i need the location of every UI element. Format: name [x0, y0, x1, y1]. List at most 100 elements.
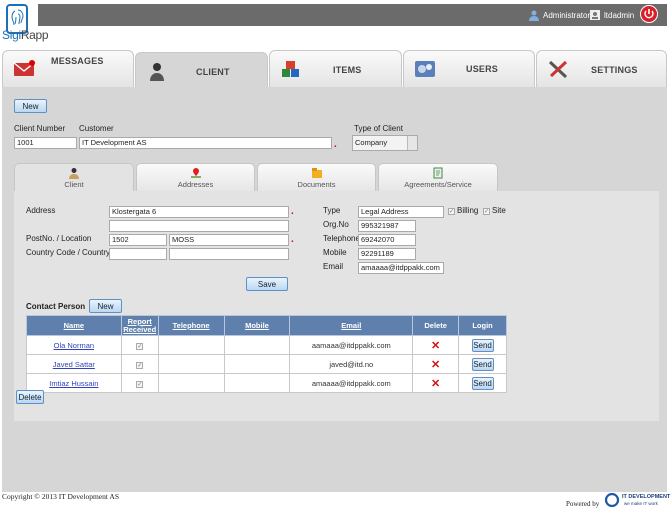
orgno-field[interactable]: 995321987: [358, 220, 416, 232]
logo-text: SigiRapp: [2, 28, 49, 42]
tab-settings[interactable]: SETTINGS: [536, 50, 667, 87]
telephone-cell: [157, 354, 225, 374]
send-login-button[interactable]: Send: [471, 357, 494, 371]
tab-client-details[interactable]: Client: [14, 163, 134, 191]
country-field[interactable]: [169, 248, 289, 260]
mobile-field[interactable]: 92291189: [358, 248, 416, 260]
user-icon: [529, 10, 539, 21]
top-bar: Administrator ltdadmin: [38, 4, 667, 26]
table-row: Imtiaz Hussain ✓ amaaaa@itdppakk.com ✕ S…: [26, 373, 507, 393]
tab-client[interactable]: CLIENT: [135, 52, 268, 89]
logout-button[interactable]: [640, 5, 658, 23]
tab-label: CLIENT: [196, 67, 230, 77]
delete-cell: ✕: [412, 373, 460, 393]
address2-field[interactable]: [109, 220, 289, 232]
new-contact-button[interactable]: New: [89, 299, 122, 313]
col-mobile[interactable]: Mobile: [223, 315, 291, 336]
col-name[interactable]: Name: [26, 315, 122, 336]
mobile-cell: [223, 335, 291, 355]
type-of-client-value: Company: [355, 138, 388, 147]
report-received-checkbox[interactable]: ✓: [136, 342, 144, 350]
client-number-field[interactable]: 1001: [14, 137, 77, 149]
contact-name-link[interactable]: Javed Sattar: [26, 354, 122, 374]
login-cell: Send: [458, 373, 507, 393]
col-email[interactable]: Email: [289, 315, 414, 336]
address-field[interactable]: Klostergata 6: [109, 206, 289, 218]
email-label: Email: [323, 262, 344, 271]
email-field[interactable]: amaaaa@itdppakk.com: [358, 262, 444, 274]
main-nav: MESSAGES CLIENT ITEMS USERS SETTINGS: [2, 50, 667, 89]
login-cell: Send: [458, 335, 507, 355]
delete-contact-button[interactable]: Delete: [16, 390, 44, 404]
tab-label: ITEMS: [333, 65, 362, 75]
org-name: ltdadmin: [604, 10, 635, 20]
col-login: Login: [458, 315, 507, 336]
tab-users[interactable]: USERS: [403, 50, 535, 87]
folder-icon: [311, 168, 322, 178]
tab-label: SETTINGS: [591, 65, 638, 75]
required-marker: .: [291, 206, 294, 217]
tab-agreements[interactable]: Agreements/Service: [378, 163, 498, 191]
save-button[interactable]: Save: [246, 277, 288, 291]
user-menu[interactable]: Administrator: [528, 5, 590, 25]
logo-text-2: Rapp: [20, 28, 49, 42]
subtab-label: Agreements/Service: [404, 180, 472, 189]
postno-label: PostNo. / Location: [26, 234, 92, 243]
person-icon: [69, 168, 79, 179]
delete-cell: ✕: [412, 335, 460, 355]
tab-addresses[interactable]: Addresses: [136, 163, 255, 191]
type-of-client-label: Type of Client: [354, 124, 403, 133]
billing-checkbox[interactable]: ✓: [448, 208, 455, 215]
report-received-cell: ✓: [120, 373, 159, 393]
customer-field[interactable]: IT Development AS: [79, 137, 332, 149]
delete-icon[interactable]: ✕: [431, 340, 440, 352]
col-delete: Delete: [412, 315, 460, 336]
report-received-checkbox[interactable]: ✓: [136, 380, 144, 388]
subtab-label: Documents: [297, 180, 336, 189]
send-login-button[interactable]: Send: [471, 338, 494, 352]
address-type-field[interactable]: Legal Address: [358, 206, 444, 218]
logo-text-1: Sigi: [2, 28, 21, 42]
client-number-label: Client Number: [14, 124, 66, 133]
site-checkbox[interactable]: ✓: [483, 208, 490, 215]
telephone-field[interactable]: 69242070: [358, 234, 416, 246]
send-login-button[interactable]: Send: [471, 376, 494, 390]
table-row: Javed Sattar ✓ javed@itd.no ✕ Send: [26, 354, 507, 374]
delete-icon[interactable]: ✕: [431, 378, 440, 390]
contact-name-link[interactable]: Ola Norman: [26, 335, 122, 355]
table-row: Ola Norman ✓ aamaaa@itdppakk.com ✕ Send: [26, 335, 507, 355]
envelope-icon: [13, 60, 35, 76]
tab-documents[interactable]: Documents: [257, 163, 376, 191]
delete-icon[interactable]: ✕: [431, 359, 440, 371]
location-field[interactable]: MOSS: [169, 234, 289, 246]
powered-by-text: Powered by: [566, 500, 600, 508]
type-of-client-select[interactable]: Company: [352, 135, 418, 151]
country-code-field[interactable]: [109, 248, 167, 260]
email-cell: aamaaa@itdppakk.com: [289, 335, 414, 355]
it-development-logo-icon: [604, 493, 620, 507]
brand-name: IT DEVELOPMENT: [622, 494, 671, 500]
required-marker: .: [291, 234, 294, 245]
telephone-cell: [157, 373, 225, 393]
client-panel: New Client Number Customer 1001 IT Devel…: [2, 87, 667, 492]
org-menu[interactable]: ltdadmin: [589, 5, 634, 25]
user-name: Administrator: [543, 10, 591, 20]
copyright-text: Copyright © 2013 IT Development AS: [2, 492, 120, 501]
tab-messages[interactable]: MESSAGES: [2, 50, 134, 87]
person-icon: [150, 63, 164, 81]
tab-items[interactable]: ITEMS: [269, 50, 402, 87]
new-client-button[interactable]: New: [14, 99, 47, 113]
col-report-received[interactable]: Report Received: [120, 315, 159, 336]
customer-label: Customer: [79, 124, 114, 133]
report-received-checkbox[interactable]: ✓: [136, 361, 144, 369]
telephone-label: Telephone: [323, 234, 360, 243]
email-cell: amaaaa@itdppakk.com: [289, 373, 414, 393]
map-pin-icon: [190, 168, 201, 178]
col-telephone[interactable]: Telephone: [157, 315, 225, 336]
postno-field[interactable]: 1502: [109, 234, 167, 246]
gears-icon: [415, 61, 435, 77]
delete-cell: ✕: [412, 354, 460, 374]
mobile-cell: [223, 373, 291, 393]
chevron-down-icon: [407, 136, 417, 150]
billing-label: Billing: [457, 206, 479, 215]
